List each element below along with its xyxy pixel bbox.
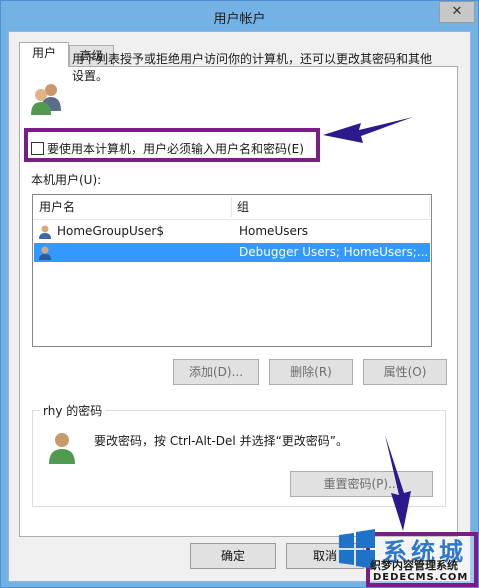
require-password-checkbox[interactable] xyxy=(31,142,44,155)
column-separator xyxy=(231,197,232,217)
local-users-label: 本机用户(U): xyxy=(31,173,102,187)
user-icon xyxy=(39,246,51,260)
password-group-title: rhy 的密码 xyxy=(40,402,106,419)
users-list[interactable]: 用户名 组 HomeGroupUser$ HomeUsers Debugger … xyxy=(32,194,432,347)
password-instruction: 要改密码，按 Ctrl-Alt-Del 并选择“更改密码”。 xyxy=(94,434,349,448)
ok-button[interactable]: 确定 xyxy=(190,543,276,569)
window-title: 用户帐户 xyxy=(213,12,266,27)
row-username: HomeGroupUser$ xyxy=(57,224,164,238)
column-username[interactable]: 用户名 xyxy=(39,195,75,219)
tab-users[interactable]: 用户 xyxy=(19,42,69,67)
table-row[interactable]: Debugger Users; HomeUsers;... xyxy=(34,243,430,262)
users-icon xyxy=(31,84,61,115)
row-group: Debugger Users; HomeUsers;... xyxy=(239,245,429,259)
column-separator xyxy=(429,197,430,217)
list-header: 用户名 组 xyxy=(33,195,431,220)
remove-button[interactable]: 删除(R) xyxy=(269,359,353,385)
title-bar: 用户帐户 ✕ xyxy=(1,1,478,31)
table-row[interactable]: HomeGroupUser$ HomeUsers xyxy=(34,222,430,241)
annotation-arrow-icon xyxy=(323,117,413,143)
add-button[interactable]: 添加(D)... xyxy=(173,359,259,385)
require-password-label: 要使用本计算机，用户必须输入用户名和密码(E) xyxy=(47,142,304,156)
close-button[interactable]: ✕ xyxy=(439,1,475,23)
user-accounts-window: 用户帐户 ✕ 用户 高级 用下列表授予或拒绝用户访问你的计算机，还可以更改其密码… xyxy=(0,0,479,588)
description-text: 用下列表授予或拒绝用户访问你的计算机，还可以更改其密码和其他设置。 xyxy=(72,52,433,83)
watermark-line1: 织梦内容管理系统 xyxy=(370,559,458,572)
properties-button[interactable]: 属性(O) xyxy=(363,359,447,385)
require-password-option[interactable]: 要使用本计算机，用户必须输入用户名和密码(E) xyxy=(31,140,304,158)
watermark-line2: DEDECMS.COM xyxy=(373,572,469,583)
user-key-icon xyxy=(49,433,75,464)
annotation-arrow-icon xyxy=(385,435,411,531)
column-group[interactable]: 组 xyxy=(237,195,249,219)
row-group: HomeUsers xyxy=(239,224,309,238)
user-icon xyxy=(39,225,51,239)
